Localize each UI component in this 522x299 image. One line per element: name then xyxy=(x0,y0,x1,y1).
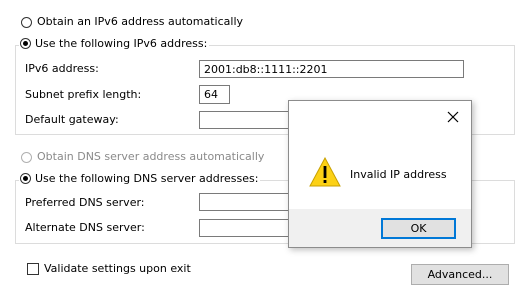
dns-manual-label: Use the following DNS server addresses: xyxy=(35,172,259,185)
ipv6-auto-label: Obtain an IPv6 address automatically xyxy=(37,15,244,28)
ipv6-manual-legend: Use the following IPv6 address: xyxy=(19,37,210,50)
ipv6-address-label: IPv6 address: xyxy=(25,62,99,75)
preferred-dns-field[interactable] xyxy=(199,193,289,211)
alternate-dns-field[interactable] xyxy=(199,219,289,237)
dns-manual-legend: Use the following DNS server addresses: xyxy=(19,172,261,185)
warning-icon xyxy=(309,156,341,187)
preferred-dns-label: Preferred DNS server: xyxy=(25,196,145,209)
alternate-dns-label: Alternate DNS server: xyxy=(25,221,145,234)
validate-label: Validate settings upon exit xyxy=(44,262,191,275)
invalid-ip-dialog: Invalid IP address OK xyxy=(288,100,472,248)
ipv6-auto-radio[interactable] xyxy=(21,17,32,28)
ipv6-manual-label: Use the following IPv6 address: xyxy=(35,37,208,50)
subnet-prefix-field[interactable]: 64 xyxy=(199,85,230,104)
advanced-button[interactable]: Advanced... xyxy=(411,264,509,285)
dns-auto-radio[interactable] xyxy=(21,152,32,163)
dialog-message: Invalid IP address xyxy=(350,168,447,181)
dialog-footer: OK xyxy=(289,209,471,247)
dns-manual-radio[interactable] xyxy=(20,173,31,184)
default-gateway-label: Default gateway: xyxy=(25,113,119,126)
ipv6-address-field[interactable]: 2001:db8::1111::2201 xyxy=(199,60,464,78)
subnet-prefix-label: Subnet prefix length: xyxy=(25,88,142,101)
ok-button[interactable]: OK xyxy=(381,218,456,239)
close-icon[interactable] xyxy=(443,107,463,127)
default-gateway-field[interactable] xyxy=(199,111,289,129)
dns-auto-label: Obtain DNS server address automatically xyxy=(37,150,265,163)
validate-checkbox[interactable] xyxy=(27,263,39,275)
ipv6-manual-radio[interactable] xyxy=(20,38,31,49)
